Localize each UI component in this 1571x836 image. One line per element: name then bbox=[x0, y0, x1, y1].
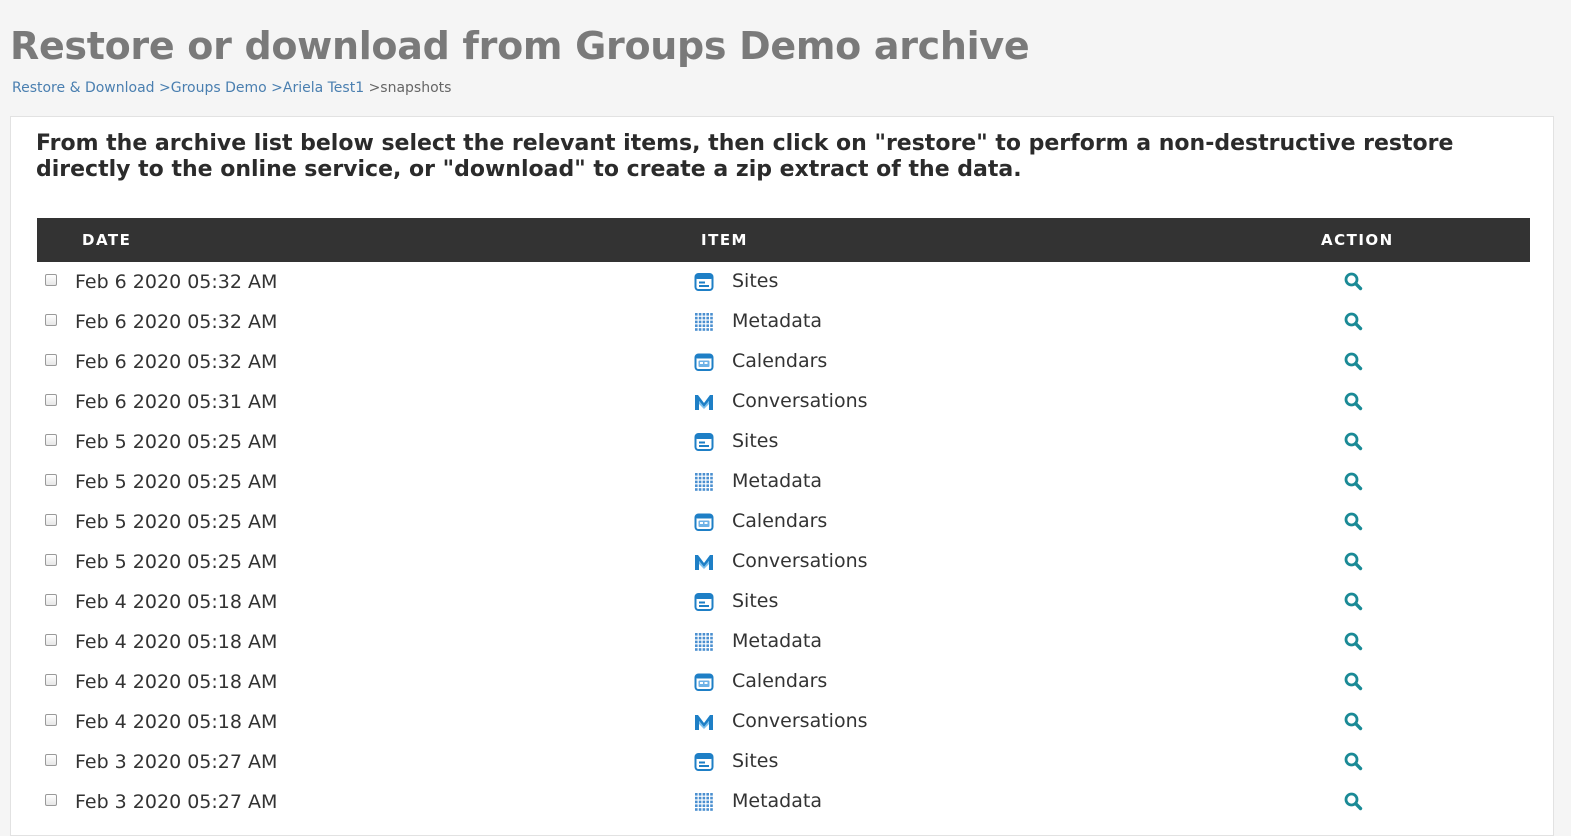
row-date: Feb 6 2020 05:32 AM bbox=[75, 311, 278, 333]
mail-icon bbox=[694, 552, 714, 572]
table-row: Feb 3 2020 05:27 AM Sites bbox=[37, 742, 1530, 782]
search-icon[interactable] bbox=[1343, 511, 1363, 531]
sites-icon bbox=[694, 752, 714, 772]
calendar-icon bbox=[694, 352, 714, 372]
row-date: Feb 6 2020 05:32 AM bbox=[75, 351, 278, 373]
row-checkbox[interactable] bbox=[45, 754, 57, 766]
table-row: Feb 6 2020 05:32 AM Calendars bbox=[37, 342, 1530, 382]
row-checkbox[interactable] bbox=[45, 554, 57, 566]
page-title: Restore or download from Groups Demo arc… bbox=[10, 24, 1030, 68]
breadcrumb-current: >snapshots bbox=[368, 80, 452, 96]
search-icon[interactable] bbox=[1343, 271, 1363, 291]
instructions-text: From the archive list below select the r… bbox=[36, 131, 1454, 182]
row-item-label: Conversations bbox=[732, 390, 868, 412]
column-header-item: ITEM bbox=[701, 231, 748, 249]
table-row: Feb 6 2020 05:32 AM Sites bbox=[37, 262, 1530, 302]
archive-panel: From the archive list below select the r… bbox=[10, 116, 1554, 836]
table-row: Feb 6 2020 05:32 AM Metadata bbox=[37, 302, 1530, 342]
calendar-icon bbox=[694, 512, 714, 532]
row-item-label: Sites bbox=[732, 750, 779, 772]
row-checkbox[interactable] bbox=[45, 674, 57, 686]
row-date: Feb 3 2020 05:27 AM bbox=[75, 751, 278, 773]
search-icon[interactable] bbox=[1343, 311, 1363, 331]
metadata-icon bbox=[694, 792, 714, 812]
table-row: Feb 6 2020 05:31 AM Conversations bbox=[37, 382, 1530, 422]
search-icon[interactable] bbox=[1343, 551, 1363, 571]
row-checkbox[interactable] bbox=[45, 794, 57, 806]
row-item-label: Metadata bbox=[732, 470, 822, 492]
row-item-label: Metadata bbox=[732, 630, 822, 652]
row-date: Feb 5 2020 05:25 AM bbox=[75, 511, 278, 533]
table-row: Feb 5 2020 05:25 AM Calendars bbox=[37, 502, 1530, 542]
row-checkbox[interactable] bbox=[45, 714, 57, 726]
table-row: Feb 4 2020 05:18 AM Calendars bbox=[37, 662, 1530, 702]
table-row: Feb 5 2020 05:25 AM Sites bbox=[37, 422, 1530, 462]
mail-icon bbox=[694, 712, 714, 732]
column-header-date: DATE bbox=[82, 231, 132, 249]
row-checkbox[interactable] bbox=[45, 594, 57, 606]
metadata-icon bbox=[694, 472, 714, 492]
sites-icon bbox=[694, 592, 714, 612]
row-date: Feb 4 2020 05:18 AM bbox=[75, 671, 278, 693]
row-item-label: Metadata bbox=[732, 310, 822, 332]
row-date: Feb 4 2020 05:18 AM bbox=[75, 591, 278, 613]
row-date: Feb 5 2020 05:25 AM bbox=[75, 431, 278, 453]
row-checkbox[interactable] bbox=[45, 314, 57, 326]
search-icon[interactable] bbox=[1343, 791, 1363, 811]
breadcrumb: Restore & Download >Groups Demo >Ariela … bbox=[12, 80, 451, 96]
sites-icon bbox=[694, 432, 714, 452]
row-date: Feb 3 2020 05:27 AM bbox=[75, 791, 278, 813]
search-icon[interactable] bbox=[1343, 751, 1363, 771]
table-row: Feb 5 2020 05:25 AM Conversations bbox=[37, 542, 1530, 582]
search-icon[interactable] bbox=[1343, 591, 1363, 611]
table-row: Feb 4 2020 05:18 AM Sites bbox=[37, 582, 1530, 622]
calendar-icon bbox=[694, 672, 714, 692]
row-item-label: Calendars bbox=[732, 670, 828, 692]
sites-icon bbox=[694, 272, 714, 292]
archive-table: DATE ITEM ACTION Feb 6 2020 05:32 AM Site… bbox=[37, 218, 1530, 822]
row-checkbox[interactable] bbox=[45, 274, 57, 286]
row-checkbox[interactable] bbox=[45, 514, 57, 526]
row-checkbox[interactable] bbox=[45, 434, 57, 446]
search-icon[interactable] bbox=[1343, 431, 1363, 451]
row-date: Feb 4 2020 05:18 AM bbox=[75, 631, 278, 653]
row-checkbox[interactable] bbox=[45, 634, 57, 646]
table-row: Feb 3 2020 05:27 AM Metadata bbox=[37, 782, 1530, 822]
row-date: Feb 5 2020 05:25 AM bbox=[75, 551, 278, 573]
row-item-label: Sites bbox=[732, 270, 779, 292]
row-item-label: Sites bbox=[732, 590, 779, 612]
breadcrumb-restore-download[interactable]: Restore & Download bbox=[12, 80, 155, 96]
mail-icon bbox=[694, 392, 714, 412]
row-checkbox[interactable] bbox=[45, 354, 57, 366]
search-icon[interactable] bbox=[1343, 351, 1363, 371]
table-row: Feb 4 2020 05:18 AM Conversations bbox=[37, 702, 1530, 742]
column-header-action: ACTION bbox=[1321, 231, 1394, 249]
row-item-label: Calendars bbox=[732, 350, 828, 372]
search-icon[interactable] bbox=[1343, 711, 1363, 731]
search-icon[interactable] bbox=[1343, 671, 1363, 691]
row-item-label: Calendars bbox=[732, 510, 828, 532]
row-item-label: Conversations bbox=[732, 550, 868, 572]
table-header: DATE ITEM ACTION bbox=[37, 218, 1530, 262]
breadcrumb-groups-demo[interactable]: >Groups Demo bbox=[159, 80, 267, 96]
row-checkbox[interactable] bbox=[45, 474, 57, 486]
search-icon[interactable] bbox=[1343, 391, 1363, 411]
row-date: Feb 4 2020 05:18 AM bbox=[75, 711, 278, 733]
metadata-icon bbox=[694, 632, 714, 652]
table-body: Feb 6 2020 05:32 AM Sites Feb 6 2020 05:32… bbox=[37, 262, 1530, 822]
row-item-label: Sites bbox=[732, 430, 779, 452]
row-date: Feb 6 2020 05:32 AM bbox=[75, 271, 278, 293]
search-icon[interactable] bbox=[1343, 631, 1363, 651]
row-date: Feb 5 2020 05:25 AM bbox=[75, 471, 278, 493]
table-row: Feb 4 2020 05:18 AM Metadata bbox=[37, 622, 1530, 662]
row-checkbox[interactable] bbox=[45, 394, 57, 406]
metadata-icon bbox=[694, 312, 714, 332]
row-item-label: Conversations bbox=[732, 710, 868, 732]
search-icon[interactable] bbox=[1343, 471, 1363, 491]
row-item-label: Metadata bbox=[732, 790, 822, 812]
breadcrumb-ariela-test1[interactable]: >Ariela Test1 bbox=[271, 80, 364, 96]
table-row: Feb 5 2020 05:25 AM Metadata bbox=[37, 462, 1530, 502]
row-date: Feb 6 2020 05:31 AM bbox=[75, 391, 278, 413]
